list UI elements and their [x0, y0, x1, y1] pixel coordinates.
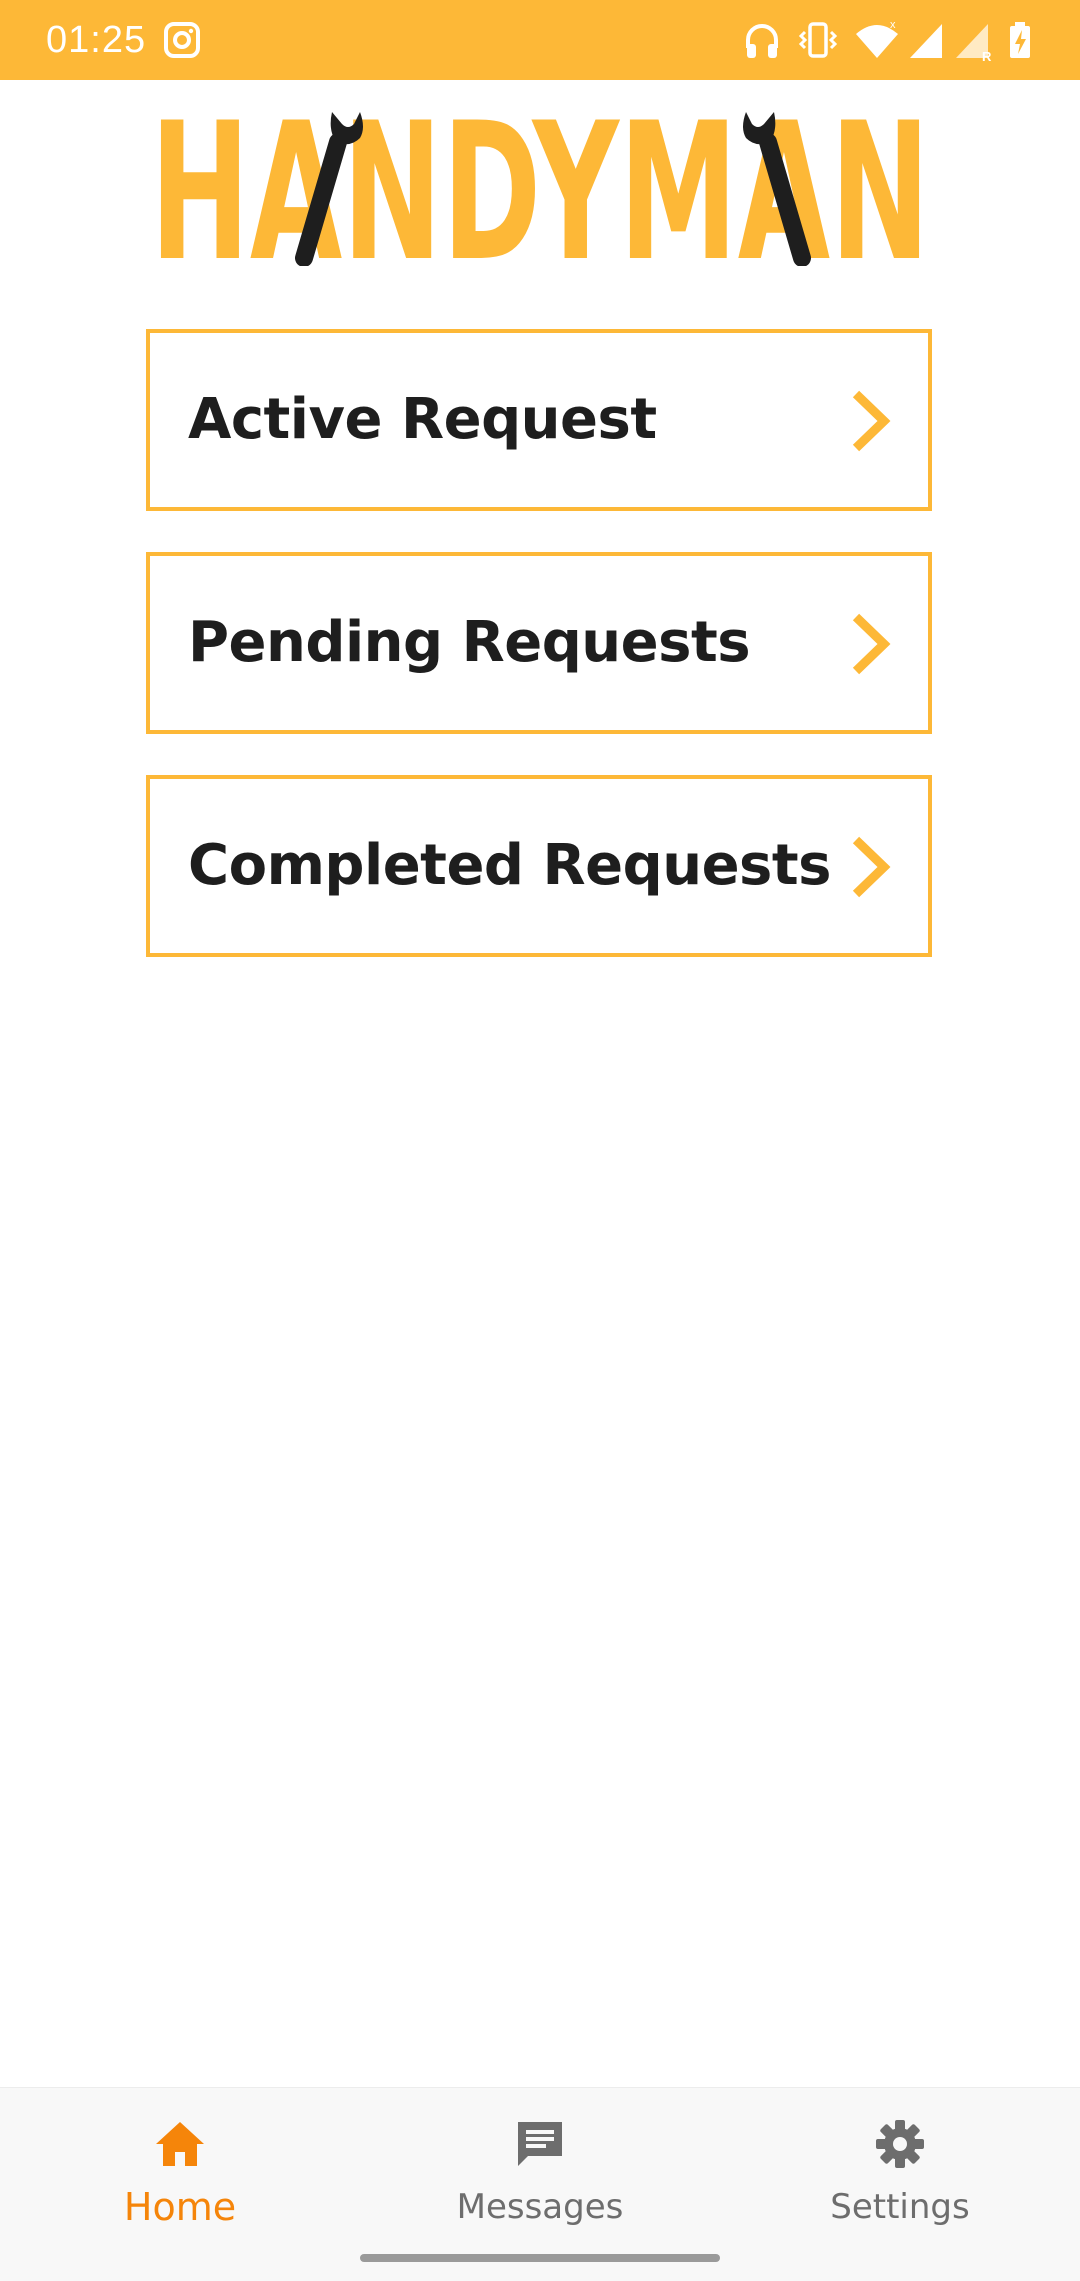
chevron-right-icon [848, 611, 892, 677]
vibrate-icon [798, 18, 838, 62]
message-icon [514, 2118, 566, 2170]
handyman-logo: HANDYMAN [150, 108, 930, 266]
chevron-right-icon [848, 388, 892, 454]
gear-icon [874, 2118, 926, 2170]
svg-text:x: x [890, 19, 896, 31]
home-icon [154, 2118, 206, 2170]
active-request-button[interactable]: Active Request [146, 329, 932, 511]
pending-requests-button[interactable]: Pending Requests [146, 552, 932, 734]
svg-text:HANDYMAN: HANDYMAN [150, 108, 930, 266]
headphones-icon [744, 18, 780, 62]
status-time: 01:25 [46, 19, 147, 61]
nav-settings-label: Settings [830, 2187, 970, 2227]
instagram-icon [164, 18, 200, 62]
chevron-right-icon [848, 834, 892, 900]
nav-messages[interactable]: Messages [360, 2088, 720, 2258]
signal-icon [906, 18, 946, 62]
signal-roaming-icon: R [952, 18, 996, 62]
status-bar: 01:25 x R [0, 0, 1080, 80]
nav-messages-label: Messages [456, 2187, 624, 2227]
completed-requests-label: Completed Requests [188, 833, 831, 898]
completed-requests-button[interactable]: Completed Requests [146, 775, 932, 957]
battery-charging-icon [1006, 18, 1034, 62]
active-request-label: Active Request [188, 387, 657, 452]
nav-home[interactable]: Home [0, 2088, 360, 2258]
pending-requests-label: Pending Requests [188, 610, 751, 675]
nav-home-label: Home [123, 2185, 237, 2229]
wifi-icon: x [854, 18, 900, 62]
nav-settings[interactable]: Settings [720, 2088, 1080, 2258]
bottom-navigation: Home Messages Settings [0, 2087, 1080, 2281]
svg-text:R: R [982, 49, 992, 62]
home-indicator[interactable] [360, 2254, 720, 2262]
